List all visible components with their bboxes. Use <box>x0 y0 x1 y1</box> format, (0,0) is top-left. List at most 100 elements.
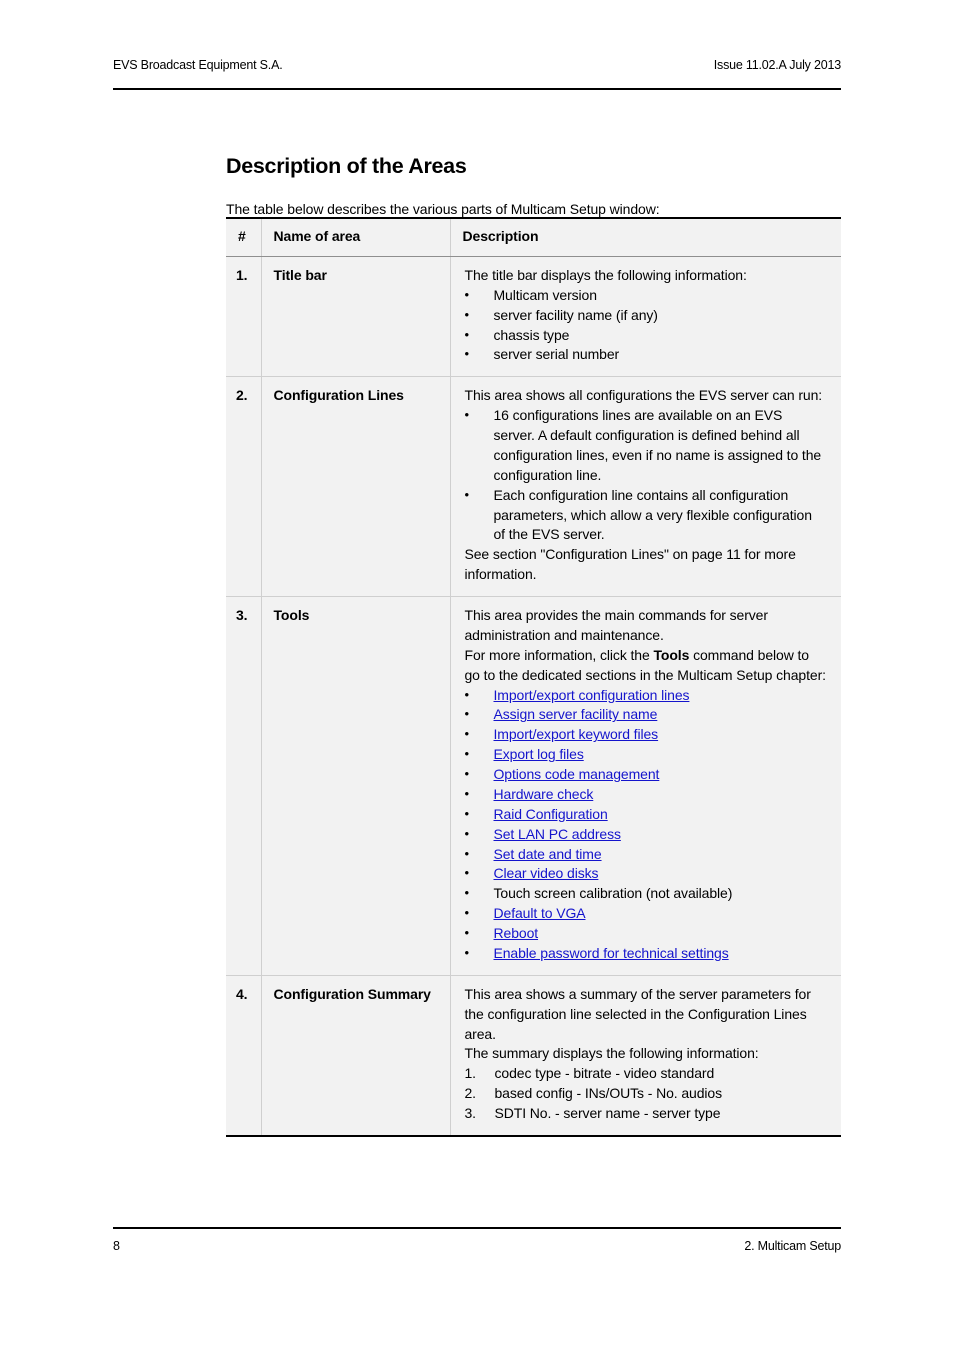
column-header-name: Name of area <box>261 218 451 257</box>
footer-divider <box>113 1227 841 1229</box>
list-item-label: Each configuration line contains all con… <box>493 486 813 543</box>
list-item: • Enable password for technical settings <box>465 944 828 964</box>
bullet-glyph: • <box>464 407 470 423</box>
column-header-description: Description <box>450 218 841 257</box>
tools-link-set-lan-pc-address[interactable]: Set LAN PC address <box>494 826 621 842</box>
tools-link-options-code-management[interactable]: Options code management <box>494 766 660 782</box>
list-item: • Each configuration line contains all co… <box>465 486 828 546</box>
list-item: • Clear video disks <box>465 864 828 884</box>
list-item-label: Multicam version <box>493 286 598 303</box>
bullet-glyph: • <box>464 944 470 960</box>
bullet-glyph: • <box>464 486 470 502</box>
row-number: 2. <box>226 376 262 597</box>
bullet-glyph: • <box>464 766 470 781</box>
bullet-glyph: • <box>464 925 470 940</box>
list-item-label: chassis type <box>493 326 570 343</box>
tools-link-default-to-vga[interactable]: Default to VGA <box>494 905 586 921</box>
row-description: This area shows all configurations the E… <box>450 376 841 597</box>
list-marker: 1. <box>464 1065 477 1082</box>
tools-link-clear-video-disks[interactable]: Clear video disks <box>494 865 599 881</box>
tools-link-raid-configuration[interactable]: Raid Configuration <box>494 806 608 822</box>
table-row: 1. Title bar The title bar displays the … <box>226 256 841 377</box>
tools-item-touch-screen-calibration: Touch screen calibration (not available) <box>493 885 733 902</box>
page-footer: 8 2. Multicam Setup <box>113 1239 841 1253</box>
areas-table: # Name of area Description 1. Title bar … <box>226 217 841 1137</box>
row-area-name: Configuration Summary <box>261 974 451 1136</box>
bullet-glyph: • <box>464 865 470 881</box>
list-item: 1. codec type - bitrate - video standard <box>465 1064 828 1084</box>
list-item: • Raid Configuration <box>465 805 828 825</box>
list-item: • Set LAN PC address <box>465 825 828 845</box>
intro-paragraph: The table below describes the various pa… <box>226 201 660 217</box>
description-lead: The title bar displays the following inf… <box>464 266 747 283</box>
bullet-glyph: • <box>464 346 470 362</box>
tools-link-export-log-files[interactable]: Export log files <box>494 746 584 762</box>
tools-link-reboot[interactable]: Reboot <box>494 925 539 941</box>
numbered-list: 1. codec type - bitrate - video standard … <box>465 1064 828 1124</box>
header-divider <box>113 88 841 90</box>
list-item: • Multicam version <box>465 286 828 306</box>
page-title: Description of the Areas <box>226 154 467 179</box>
tools-link-hardware-check[interactable]: Hardware check <box>494 786 594 802</box>
list-item: 3. SDTI No. - server name - server type <box>465 1104 828 1124</box>
bullet-glyph: • <box>464 326 470 342</box>
list-item: • chassis type <box>465 326 828 346</box>
table-row: 2. Configuration Lines This area shows a… <box>226 376 841 597</box>
bullet-glyph: • <box>464 905 470 921</box>
description-lead: This area shows all configurations the E… <box>464 387 823 404</box>
list-item-label: SDTI No. - server name - server type <box>494 1105 721 1121</box>
bullet-glyph: • <box>464 885 470 901</box>
row-description: This area shows a summary of the server … <box>450 974 841 1136</box>
list-marker: 3. <box>464 1105 477 1121</box>
tools-link-set-date-and-time[interactable]: Set date and time <box>494 846 602 862</box>
list-item: • Import/export configuration lines <box>465 686 828 706</box>
row-number: 4. <box>226 974 262 1136</box>
description-closing: See section "Configuration Lines" on pag… <box>464 546 796 583</box>
bullet-glyph: • <box>464 686 470 702</box>
row-number: 1. <box>226 256 262 377</box>
bullet-glyph: • <box>464 706 470 722</box>
list-item-label: codec type - bitrate - video standard <box>494 1065 715 1082</box>
header-issue: Issue 11.02.A July 2013 <box>713 58 841 72</box>
row-area-name: Tools <box>261 596 451 976</box>
bullet-glyph: • <box>464 306 470 322</box>
list-item: • Touch screen calibration (not available… <box>465 884 828 904</box>
list-item-label: 16 configurations lines are available on… <box>493 407 822 483</box>
list-item: • server facility name (if any) <box>465 306 828 326</box>
list-item-label: based config - INs/OUTs - No. audios <box>494 1085 723 1102</box>
footer-page-number: 8 <box>113 1239 120 1253</box>
list-item: • Set date and time <box>465 845 828 865</box>
tools-link-enable-password-for-technical-settings[interactable]: Enable password for technical settings <box>494 945 729 961</box>
list-item-label: server serial number <box>493 346 620 363</box>
bullet-list: • Multicam version • server facility name … <box>465 286 828 366</box>
document-page: EVS Broadcast Equipment S.A. Issue 11.02… <box>0 0 954 1350</box>
bullet-glyph: • <box>464 805 470 821</box>
tools-link-import-export-configuration-lines[interactable]: Import/export configuration lines <box>494 687 690 703</box>
table-row: 4. Configuration Summary This area shows… <box>226 974 841 1136</box>
description-lead-secondary: For more information, click the Tools co… <box>465 646 828 686</box>
row-description: The title bar displays the following inf… <box>450 256 841 377</box>
list-item: • Import/export keyword files <box>465 725 828 745</box>
footer-chapter: 2. Multicam Setup <box>744 1239 841 1253</box>
bullet-list: • 16 configurations lines are available o… <box>465 406 828 545</box>
table-row: 3. Tools This area provides the main com… <box>226 596 841 976</box>
list-marker: 2. <box>464 1085 477 1102</box>
bullet-glyph: • <box>464 785 470 801</box>
bullet-glyph: • <box>464 845 470 861</box>
description-lead: This area shows a summary of the server … <box>464 985 811 1042</box>
list-item-label: server facility name (if any) <box>493 306 658 323</box>
list-item: • Hardware check <box>465 785 828 805</box>
tools-link-list: • Import/export configuration lines • Assi… <box>465 686 828 964</box>
page-header: EVS Broadcast Equipment S.A. Issue 11.02… <box>113 58 841 72</box>
lead-text-before: For more information, click the <box>464 646 654 663</box>
bullet-glyph: • <box>464 825 470 841</box>
row-description: This area provides the main commands for… <box>450 596 841 976</box>
description-lead-secondary: The summary displays the following infor… <box>464 1045 759 1062</box>
list-item: • server serial number <box>465 345 828 365</box>
list-item: • Export log files <box>465 745 828 765</box>
row-number: 3. <box>226 596 262 976</box>
tools-link-import-export-keyword-files[interactable]: Import/export keyword files <box>494 726 659 742</box>
tools-link-assign-server-facility-name[interactable]: Assign server facility name <box>494 706 658 722</box>
list-item: • Reboot <box>465 924 828 944</box>
description-lead: This area provides the main commands for… <box>464 607 769 643</box>
